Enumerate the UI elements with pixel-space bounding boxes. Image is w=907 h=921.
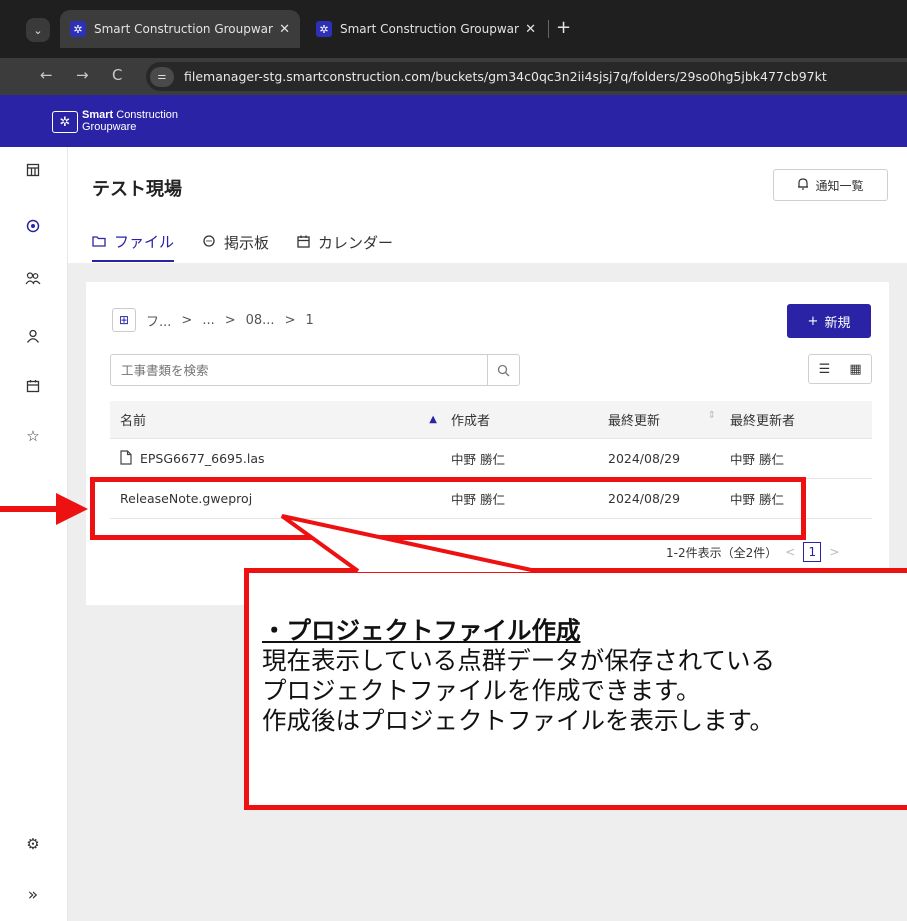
logo-text-1: Construction (113, 109, 178, 121)
tab-calendar[interactable]: カレンダー (297, 231, 393, 262)
tab-title: Smart Construction Groupware (94, 22, 274, 36)
breadcrumb-item[interactable]: フ... (146, 311, 171, 330)
user-icon[interactable] (18, 329, 48, 347)
search-input[interactable] (111, 355, 487, 385)
table-header: 名前 ▲ 作成者 最終更新 ⇕ 最終更新者 (110, 401, 872, 439)
users-icon[interactable] (18, 271, 48, 289)
tab-files[interactable]: ファイル (92, 231, 175, 262)
column-header-label: 名前 (120, 414, 147, 429)
annotation-title: ・プロジェクトファイル作成 (262, 616, 581, 645)
page-tabs: ファイル 掲示板 カレンダー (92, 231, 393, 262)
breadcrumb-item[interactable]: ... (202, 313, 214, 328)
breadcrumb-separator: > (181, 312, 193, 328)
column-header-name[interactable]: 名前 ▲ (110, 410, 445, 429)
file-name[interactable]: EPSG6677_6695.las (140, 451, 265, 466)
list-view-icon[interactable]: ☰ (809, 355, 840, 383)
new-button[interactable]: + 新規 (787, 304, 871, 338)
browser-tab-strip: ⌄ ✲ Smart Construction Groupware ✕ ✲ Sma… (0, 0, 907, 58)
gear-icon[interactable]: ⚙ (18, 835, 48, 853)
bell-icon (797, 177, 809, 193)
annotation-line: プロジェクトファイルを作成できます。 (262, 676, 701, 705)
star-icon[interactable]: ☆ (18, 427, 48, 445)
calendar-icon[interactable] (18, 379, 48, 397)
sort-icon[interactable]: ⇕ (708, 410, 716, 429)
column-header-label: 最終更新 (608, 414, 661, 429)
search-icon[interactable] (487, 355, 519, 385)
annotation-highlight-box (90, 477, 806, 540)
building-icon[interactable] (18, 163, 48, 181)
page-number[interactable]: 1 (803, 542, 822, 562)
calendar-icon (297, 234, 310, 252)
logo-text-2: Groupware (82, 121, 137, 133)
breadcrumb-current: 1 (305, 312, 314, 328)
chat-icon (202, 234, 216, 252)
tab-divider (548, 20, 549, 38)
sort-icon[interactable]: ▲ (429, 414, 437, 425)
logo-icon: ✲ (52, 111, 78, 133)
page-header: テスト現場 通知一覧 ファイル 掲示板 カレンダー (68, 147, 907, 263)
page-title: テスト現場 (92, 179, 182, 200)
file-icon (120, 449, 132, 468)
pagination: 1-2件表示（全2件） < 1 > (666, 542, 839, 562)
tab-bulletin-board-label: 掲示板 (224, 234, 270, 252)
back-icon[interactable]: ← (40, 66, 53, 84)
file-creator: 中野 勝仁 (451, 452, 505, 467)
browser-tab[interactable]: ✲ Smart Construction Groupware ✕ (306, 10, 546, 48)
logo-text-bold: Smart (82, 109, 114, 121)
file-updater: 中野 勝仁 (730, 452, 784, 467)
address-bar[interactable]: ⚌ filemanager-stg.smartconstruction.com/… (146, 62, 907, 91)
url-text[interactable]: filemanager-stg.smartconstruction.com/bu… (184, 69, 827, 84)
annotation-line: 作成後はプロジェクトファイルを表示します。 (262, 706, 775, 735)
pagination-summary: 1-2件表示（全2件） (666, 545, 778, 560)
breadcrumb: ⊞ フ... > ... > 08... > 1 (112, 308, 314, 332)
browser-toolbar: ← → C ⚌ filemanager-stg.smartconstructio… (0, 58, 907, 95)
prev-page-icon[interactable]: < (785, 545, 795, 559)
tab-files-label: ファイル (114, 233, 175, 251)
app-favicon-icon: ✲ (316, 21, 332, 37)
view-toggle: ☰ ▦ (808, 354, 872, 384)
plus-icon: + (807, 313, 819, 329)
column-header-updated[interactable]: 最終更新 ⇕ (602, 410, 724, 429)
search-box (110, 354, 520, 386)
notification-list-label: 通知一覧 (815, 178, 864, 193)
column-header-creator: 作成者 (451, 414, 491, 429)
tab-title: Smart Construction Groupware (340, 22, 520, 36)
new-tab-button[interactable]: + (556, 18, 571, 38)
tab-calendar-label: カレンダー (318, 234, 394, 252)
forward-icon[interactable]: → (76, 66, 89, 84)
file-list-card: ⊞ フ... > ... > 08... > 1 + 新規 ☰ ▦ 名前 (86, 282, 889, 605)
annotation-line: 現在表示している点群データが保存されている (262, 646, 776, 675)
folder-icon (92, 233, 106, 251)
notification-list-button[interactable]: 通知一覧 (773, 169, 888, 201)
folder-tree-icon[interactable]: ⊞ (112, 308, 136, 332)
annotation-text: ・プロジェクトファイル作成 現在表示している点群データが保存されている プロジェ… (262, 616, 902, 736)
browser-tab-active[interactable]: ✲ Smart Construction Groupware ✕ (60, 10, 300, 48)
file-updated: 2024/08/29 (608, 451, 681, 466)
app-logo[interactable]: Smart Construction Groupware (82, 109, 178, 133)
new-button-label: 新規 (824, 315, 851, 331)
location-pin-icon[interactable] (18, 219, 48, 237)
tab-bulletin-board[interactable]: 掲示板 (202, 231, 269, 262)
grid-view-icon[interactable]: ▦ (840, 355, 871, 383)
column-header-updater: 最終更新者 (730, 414, 796, 429)
app-header: ✲ Smart Construction Groupware (0, 95, 907, 147)
site-info-icon[interactable]: ⚌ (150, 66, 174, 87)
breadcrumb-separator: > (284, 312, 296, 328)
left-nav-rail: ☆ ⚙ » (18, 147, 68, 921)
next-page-icon[interactable]: > (829, 545, 839, 559)
expand-icon[interactable]: » (18, 885, 48, 905)
breadcrumb-separator: > (224, 312, 236, 328)
close-tab-icon[interactable]: ✕ (525, 22, 536, 37)
close-tab-icon[interactable]: ✕ (279, 22, 290, 37)
table-row[interactable]: EPSG6677_6695.las 中野 勝仁 2024/08/29 中野 勝仁 (110, 439, 872, 479)
breadcrumb-item[interactable]: 08... (246, 313, 275, 328)
app-favicon-icon: ✲ (70, 21, 86, 37)
chevron-down-icon[interactable]: ⌄ (26, 18, 50, 42)
reload-icon[interactable]: C (112, 66, 122, 84)
